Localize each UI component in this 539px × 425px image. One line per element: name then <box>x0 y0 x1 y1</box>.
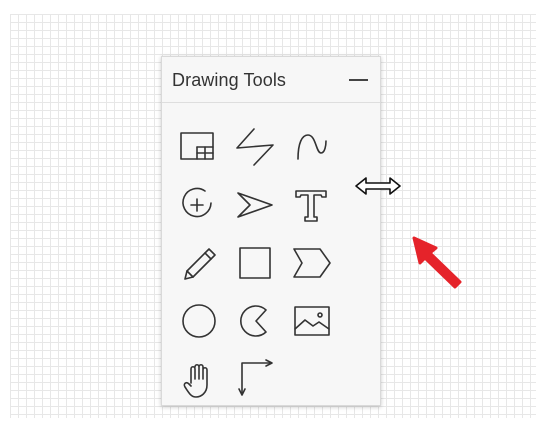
minus-icon[interactable] <box>343 68 373 92</box>
pencil-icon[interactable] <box>175 239 223 287</box>
table-icon[interactable] <box>175 123 223 171</box>
panel-title: Drawing Tools <box>172 70 287 90</box>
hand-icon[interactable] <box>175 355 223 403</box>
text-icon[interactable] <box>288 181 336 229</box>
zigzag-line-icon[interactable] <box>232 123 280 171</box>
circle-icon[interactable] <box>175 297 223 345</box>
red-arrow-icon <box>412 236 462 289</box>
pie-shape-icon[interactable] <box>232 297 280 345</box>
chevron-shape-icon[interactable] <box>288 239 336 287</box>
connector-arrow-icon[interactable] <box>232 355 280 403</box>
horizontal-resize-cursor-icon <box>355 177 401 195</box>
curve-icon[interactable] <box>288 123 336 171</box>
arrow-pointer-icon[interactable] <box>232 181 280 229</box>
add-circle-icon[interactable] <box>175 181 223 229</box>
panel-header[interactable]: Drawing Tools <box>162 57 380 103</box>
drawing-tools-panel[interactable]: Drawing Tools <box>161 56 381 406</box>
image-icon[interactable] <box>288 297 336 345</box>
rectangle-icon[interactable] <box>232 239 280 287</box>
drawing-app: Drawing Tools <box>0 0 539 425</box>
